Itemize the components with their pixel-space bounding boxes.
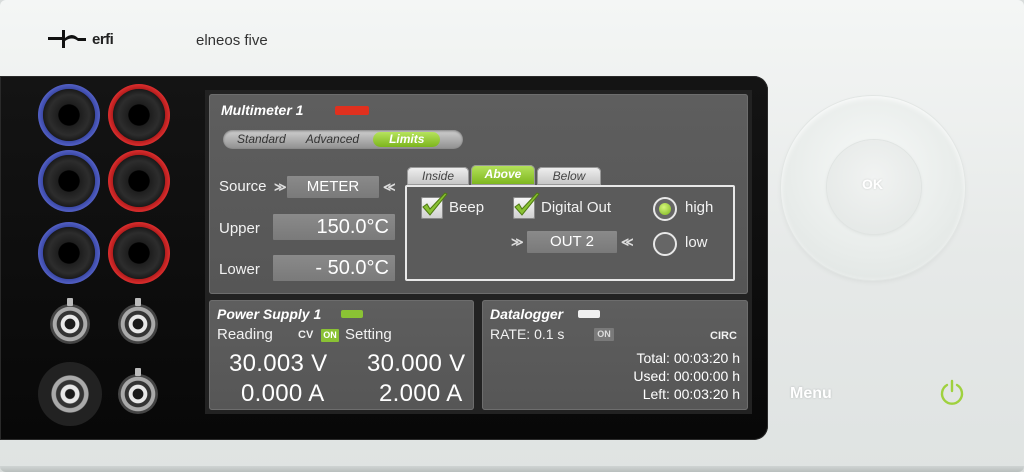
checkmark-icon (514, 192, 540, 216)
setting-current[interactable]: 2.000 A (379, 380, 463, 408)
jack-blue-2[interactable] (38, 150, 100, 212)
mode-cv: CV (298, 329, 314, 341)
ok-label: OK (862, 176, 883, 192)
jack-blue-3[interactable] (38, 222, 100, 284)
circ-mode: CIRC (710, 330, 737, 342)
digital-out-checkbox[interactable] (513, 192, 540, 219)
subtab-inside[interactable]: Inside (407, 167, 469, 185)
power-supply-title: Power Supply 1 (217, 306, 322, 322)
output-on-badge: ON (321, 329, 339, 342)
reading-label: Reading (217, 326, 273, 343)
checkmark-icon (422, 192, 448, 216)
subtab-below[interactable]: Below (537, 167, 601, 185)
power-supply-card: Power Supply 1 Reading CV ON Setting 30.… (209, 300, 474, 410)
limits-options-panel: Beep Digital Out ≫ OUT 2 ≪ high low (405, 185, 735, 281)
low-radio[interactable] (653, 232, 677, 256)
product-name: elneos five (196, 32, 268, 49)
logo-text: erfi (92, 30, 114, 48)
reading-current: 0.000 A (241, 380, 325, 407)
bnc-connector-yellow[interactable] (38, 362, 102, 426)
source-next-chevron-icon[interactable]: ≪ (383, 181, 396, 193)
digital-out-label: Digital Out (541, 199, 612, 216)
datalogger-card: Datalogger RATE: 0.1 s ON CIRC Total: 00… (482, 300, 748, 410)
lower-limit-field[interactable]: - 50.0°C (273, 255, 395, 281)
used-time: Used: 00:00:00 h (633, 368, 740, 384)
bnc-connector-2[interactable] (118, 298, 158, 344)
output-next-chevron-icon[interactable]: ≪ (621, 236, 634, 248)
bnc-connector-1[interactable] (50, 298, 90, 344)
menu-button[interactable]: Menu (790, 385, 832, 403)
jack-red-2[interactable] (108, 150, 170, 212)
datalogger-title: Datalogger (490, 306, 564, 322)
device-front: erfi elneos five Multimeter 1 Standard A… (0, 0, 1024, 472)
source-value[interactable]: METER (287, 176, 379, 198)
upper-label: Upper (219, 220, 260, 237)
brand-logo: erfi (48, 28, 114, 50)
rate-label: RATE: 0.1 s (490, 326, 565, 342)
multimeter-status-indicator (335, 106, 369, 115)
source-prev-chevron-icon[interactable]: ≫ (274, 181, 287, 193)
device-bottom-edge (0, 466, 1024, 472)
power-icon[interactable] (938, 378, 966, 406)
reading-voltage: 30.003 V (229, 350, 328, 377)
high-radio[interactable] (653, 197, 677, 221)
jack-red-3[interactable] (108, 222, 170, 284)
datalogger-on-badge: ON (594, 328, 614, 341)
output-select[interactable]: OUT 2 (527, 231, 617, 253)
jack-blue-1[interactable] (38, 84, 100, 146)
power-supply-status-indicator (341, 310, 363, 318)
multimeter-tab-bar: Standard Advanced Limits (223, 130, 463, 149)
low-label: low (685, 234, 708, 251)
tab-advanced[interactable]: Advanced (296, 132, 369, 147)
left-time: Left: 00:03:20 h (642, 386, 740, 402)
datalogger-status-indicator (578, 310, 600, 318)
total-time: Total: 00:03:20 h (636, 350, 740, 366)
multimeter-title: Multimeter 1 (221, 102, 304, 118)
setting-voltage[interactable]: 30.000 V (367, 350, 465, 378)
high-label: high (685, 199, 714, 216)
beep-label: Beep (449, 199, 485, 216)
upper-limit-field[interactable]: 150.0°C (273, 214, 395, 240)
tab-limits[interactable]: Limits (373, 132, 441, 147)
beep-checkbox[interactable] (421, 192, 448, 219)
erfi-logo-icon (48, 30, 86, 48)
tab-standard[interactable]: Standard (227, 132, 296, 147)
multimeter-card: Multimeter 1 Standard Advanced Limits So… (209, 94, 748, 294)
setting-label: Setting (345, 326, 392, 343)
subtab-above[interactable]: Above (471, 165, 535, 185)
source-label: Source (219, 178, 267, 195)
output-prev-chevron-icon[interactable]: ≫ (511, 236, 524, 248)
jack-red-1[interactable] (108, 84, 170, 146)
display-screen: Multimeter 1 Standard Advanced Limits So… (205, 90, 752, 414)
bnc-connector-3[interactable] (118, 368, 158, 414)
lower-label: Lower (219, 261, 260, 278)
